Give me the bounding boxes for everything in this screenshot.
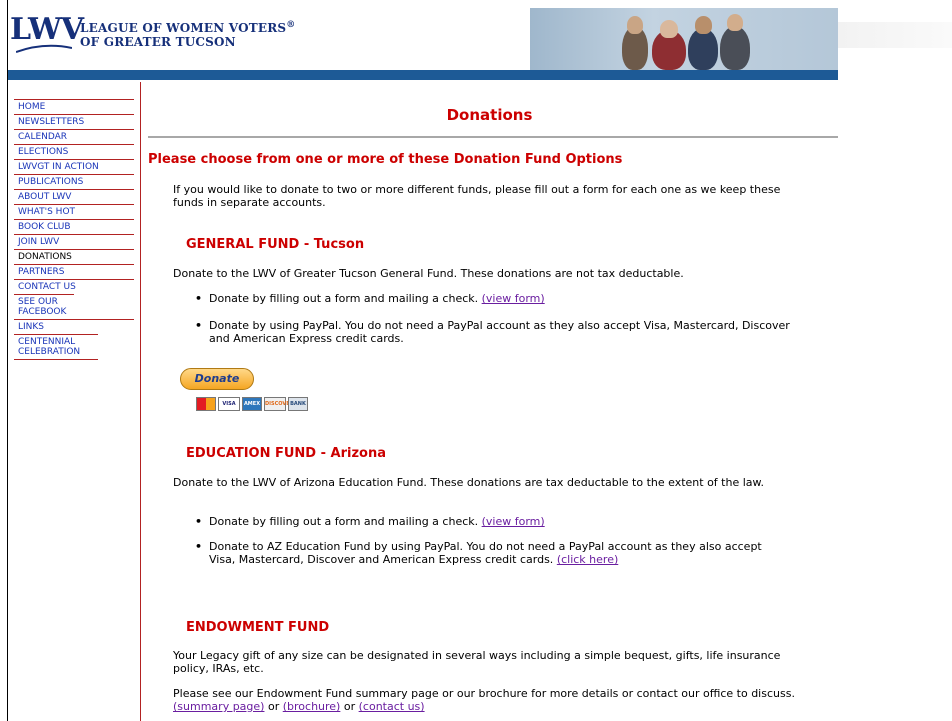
education-fund-heading: EDUCATION FUND - Arizona — [186, 446, 386, 461]
mastercard-icon — [196, 397, 216, 411]
general-bullet-form-text: Donate by filling out a form and mailing… — [209, 292, 479, 305]
registered-mark: ® — [286, 20, 296, 30]
sidebar-item-centennial[interactable]: CENTENNIAL CELEBRATION — [14, 334, 98, 360]
header-divider-bar — [8, 70, 838, 80]
sidebar-item-donations[interactable]: DONATIONS — [14, 249, 134, 264]
sidebar-item-lwvgt-in-action[interactable]: LWVGT IN ACTION — [14, 159, 134, 174]
site-logo[interactable]: LWV LEAGUE OF WOMEN VOTERS® OF GREATER T… — [8, 8, 528, 70]
header-fade — [838, 22, 952, 48]
bullet-icon: • — [195, 292, 203, 305]
sidebar-item-facebook[interactable]: SEE OUR FACEBOOK — [14, 294, 74, 319]
education-bullet-form-text: Donate by filling out a form and mailing… — [209, 515, 479, 528]
general-fund-heading: GENERAL FUND - Tucson — [186, 237, 365, 252]
general-view-form-link[interactable]: (view form) — [482, 292, 545, 305]
sidebar-item-whats-hot[interactable]: WHAT'S HOT — [14, 204, 134, 219]
sidebar-item-book-club[interactable]: BOOK CLUB — [14, 219, 134, 234]
endowment-fund-heading: ENDOWMENT FUND — [186, 620, 330, 635]
bank-icon: BANK — [288, 397, 308, 411]
site-header: LWV LEAGUE OF WOMEN VOTERS® OF GREATER T… — [8, 8, 838, 70]
sidebar: HOME NEWSLETTERS CALENDAR ELECTIONS LWVG… — [8, 82, 141, 721]
endowment-summary-link[interactable]: (summary page) — [173, 700, 264, 713]
general-bullet-paypal: • Donate by using PayPal. You do not nee… — [195, 319, 795, 345]
sidebar-item-publications[interactable]: PUBLICATIONS — [14, 174, 134, 189]
sidebar-nav: HOME NEWSLETTERS CALENDAR ELECTIONS LWVG… — [14, 99, 134, 360]
general-bullet-paypal-text: Donate by using PayPal. You do not need … — [209, 319, 790, 345]
org-name-line1: LEAGUE OF WOMEN VOTERS® — [80, 20, 295, 35]
org-name-text: LEAGUE OF WOMEN VOTERS — [80, 21, 287, 35]
sidebar-item-elections[interactable]: ELECTIONS — [14, 144, 134, 159]
sidebar-item-calendar[interactable]: CALENDAR — [14, 129, 134, 144]
intro-text: If you would like to donate to two or mo… — [173, 183, 781, 209]
bullet-icon: • — [195, 319, 203, 332]
sidebar-item-links[interactable]: LINKS — [14, 319, 134, 334]
sidebar-item-join-lwv[interactable]: JOIN LWV — [14, 234, 134, 249]
general-bullet-form: • Donate by filling out a form and maili… — [195, 292, 795, 305]
education-bullet-form: • Donate by filling out a form and maili… — [195, 515, 795, 528]
endowment-contact-desc: Please see our Endowment Fund summary pa… — [173, 687, 795, 700]
org-name-line2: OF GREATER TUCSON — [80, 35, 236, 49]
bullet-icon: • — [195, 540, 203, 553]
logo-swoosh-icon — [16, 44, 72, 53]
sidebar-item-contact-us[interactable]: CONTACT US — [14, 279, 134, 294]
title-divider — [148, 136, 838, 138]
sidebar-item-about-lwv[interactable]: ABOUT LWV — [14, 189, 134, 204]
bullet-icon: • — [195, 515, 203, 528]
header-photo — [530, 8, 838, 70]
sidebar-item-partners[interactable]: PARTNERS — [14, 264, 134, 279]
education-click-here-link[interactable]: (click here) — [557, 553, 618, 566]
or-text: or — [267, 700, 280, 713]
general-fund-desc: Donate to the LWV of Greater Tucson Gene… — [173, 267, 684, 280]
education-bullet-paypal-text: Donate to AZ Education Fund by using Pay… — [209, 540, 762, 566]
or-text: or — [343, 700, 356, 713]
endowment-desc: Your Legacy gift of any size can be desi… — [173, 649, 781, 675]
education-view-form-link[interactable]: (view form) — [482, 515, 545, 528]
endowment-contact-link[interactable]: (contact us) — [359, 700, 425, 713]
sidebar-item-newsletters[interactable]: NEWSLETTERS — [14, 114, 134, 129]
discover-icon: DISCOVER — [264, 397, 294, 411]
endowment-brochure-link[interactable]: (brochure) — [283, 700, 341, 713]
sidebar-item-home[interactable]: HOME — [14, 99, 134, 114]
amex-icon: AMEX — [242, 397, 262, 411]
endowment-contact-text: Please see our Endowment Fund summary pa… — [173, 687, 813, 713]
education-fund-desc: Donate to the LWV of Arizona Education F… — [173, 476, 765, 489]
education-bullet-paypal: • Donate to AZ Education Fund by using P… — [195, 540, 785, 566]
donation-options-heading: Please choose from one or more of these … — [148, 152, 623, 167]
page-title: Donations — [446, 106, 533, 124]
visa-icon: VISA — [218, 397, 240, 411]
paypal-donate-button[interactable]: Donate — [180, 368, 254, 390]
